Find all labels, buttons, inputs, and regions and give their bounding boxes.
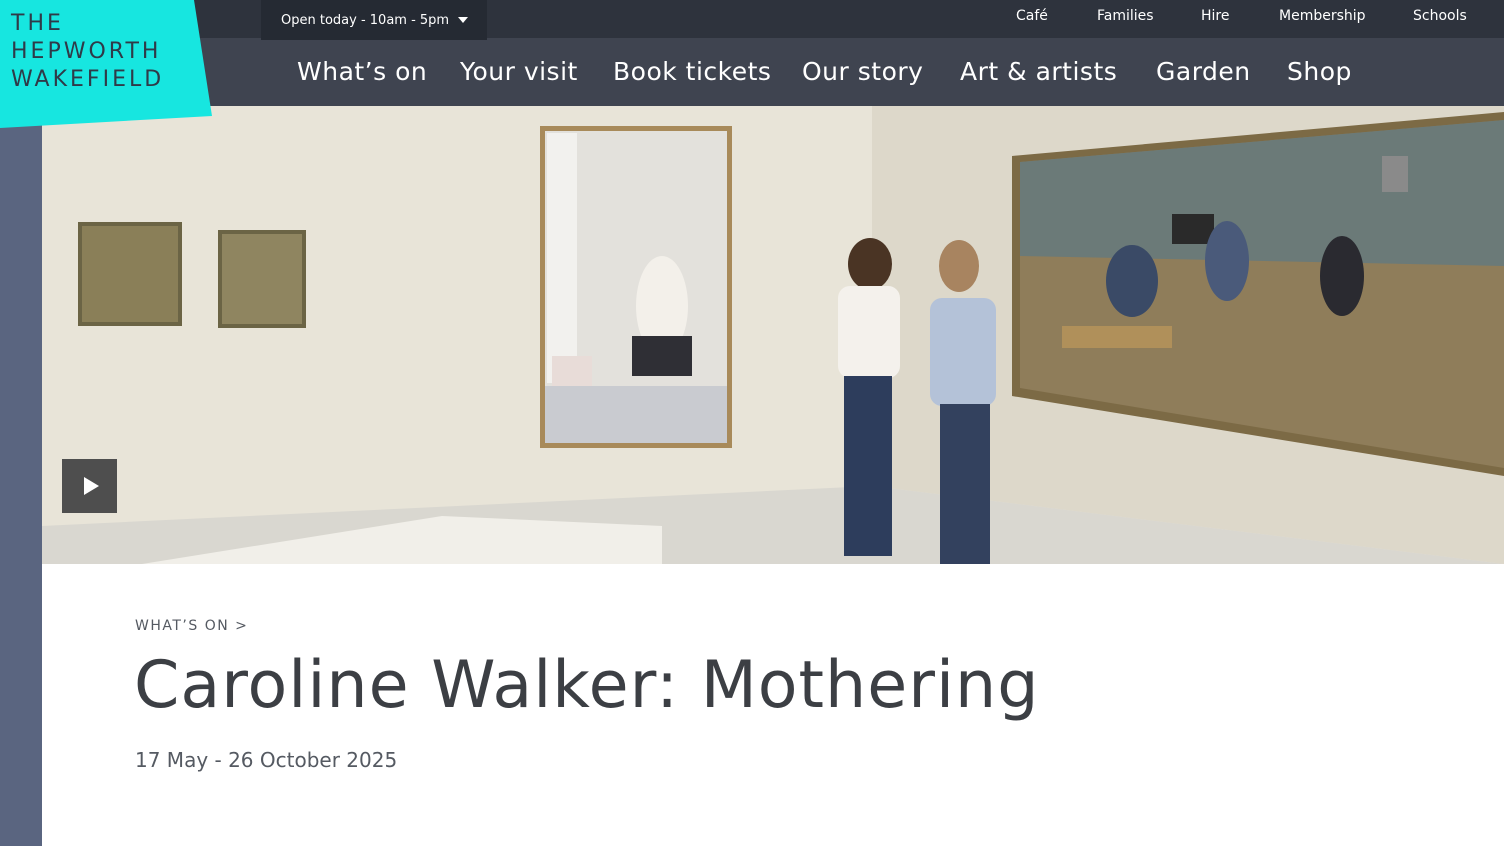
breadcrumb[interactable]: WHAT’S ON >	[135, 618, 248, 634]
util-link-hire[interactable]: Hire	[1201, 8, 1229, 24]
logo-line-2: HEPWORTH	[11, 39, 162, 64]
opening-hours-dropdown[interactable]: Open today - 10am - 5pm	[261, 0, 487, 40]
util-link-schools[interactable]: Schools	[1413, 8, 1467, 24]
util-link-families[interactable]: Families	[1097, 8, 1154, 24]
util-link-membership[interactable]: Membership	[1279, 8, 1366, 24]
nav-shop[interactable]: Shop	[1287, 57, 1352, 86]
logo-line-3: WAKEFIELD	[11, 67, 165, 92]
gallery-scene-image	[42, 106, 1504, 564]
hero-video[interactable]	[42, 106, 1504, 564]
site-logo[interactable]: THE HEPWORTH WAKEFIELD	[0, 0, 212, 128]
chevron-down-icon	[458, 17, 469, 23]
logo-line-1: THE	[11, 11, 64, 36]
nav-art-artists[interactable]: Art & artists	[960, 57, 1117, 86]
opening-hours-label: Open today - 10am - 5pm	[281, 12, 450, 28]
nav-whats-on[interactable]: What’s on	[297, 57, 427, 86]
play-icon	[84, 477, 99, 495]
nav-our-story[interactable]: Our story	[802, 57, 923, 86]
nav-your-visit[interactable]: Your visit	[460, 57, 578, 86]
exhibition-dates: 17 May - 26 October 2025	[135, 748, 398, 772]
play-button[interactable]	[62, 459, 117, 513]
page-title: Caroline Walker: Mothering	[134, 648, 1040, 723]
util-link-cafe[interactable]: Café	[1016, 8, 1048, 24]
nav-book-tickets[interactable]: Book tickets	[613, 57, 771, 86]
nav-garden[interactable]: Garden	[1156, 57, 1251, 86]
left-accent-strip	[0, 106, 42, 846]
